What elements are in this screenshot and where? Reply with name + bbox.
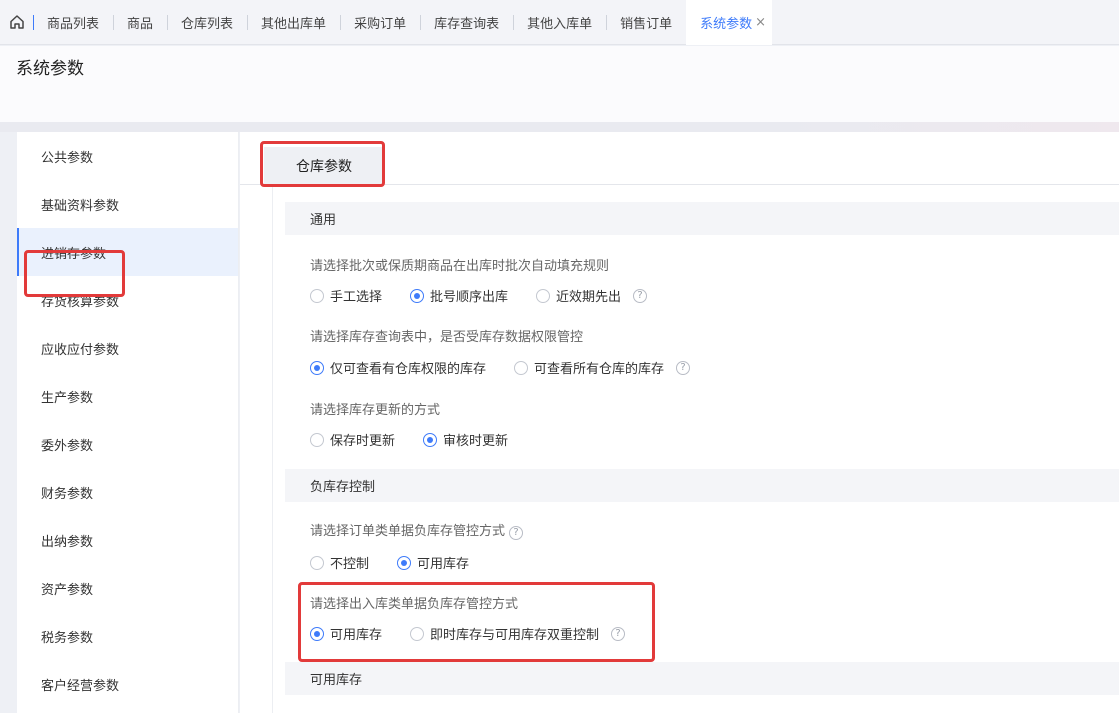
radio-batch-order[interactable]: 批号顺序出库 — [410, 286, 508, 305]
radio-dot — [310, 288, 324, 303]
radio-dot — [310, 432, 324, 447]
sidebar-item-label: 财务参数 — [41, 486, 94, 502]
radio-permitted-warehouses[interactable]: 仅可查看有仓库权限的库存 — [310, 358, 486, 377]
setting-question-order-negative: 请选择订单类单据负库存管控方式? — [310, 520, 524, 540]
tab-label: 销售订单 — [620, 16, 673, 32]
radio-label: 批号顺序出库 — [430, 290, 509, 305]
sidebar-item-label: 生产参数 — [41, 390, 94, 406]
radio-manual-select[interactable]: 手工选择 — [310, 286, 382, 305]
tab-system-params[interactable]: 系统参数 × — [686, 0, 773, 45]
setting-question: 请选择批次或保质期商品在出库时批次自动填充规则 — [310, 259, 610, 274]
help-icon[interactable]: ? — [633, 288, 648, 303]
page-header: 系统参数 — [0, 46, 1119, 122]
radio-dot — [310, 555, 324, 570]
radio-label: 审核时更新 — [443, 434, 509, 449]
tab-other-inbound[interactable]: 其他入库单 — [513, 0, 606, 45]
radio-label: 近效期先出 — [556, 290, 622, 305]
sidebar-item-cashier[interactable]: 出纳参数 — [17, 516, 238, 564]
home-icon — [9, 15, 24, 29]
radio-label: 保存时更新 — [330, 434, 396, 449]
radio-no-control[interactable]: 不控制 — [310, 553, 369, 572]
page-title: 系统参数 — [16, 59, 84, 79]
radio-group-batch-rule: 手工选择 批号顺序出库 近效期先出 ? — [310, 286, 648, 305]
sidebar-item-public[interactable]: 公共参数 — [17, 132, 238, 180]
highlight-box — [298, 582, 655, 662]
sidebar-item-label: 税务参数 — [41, 630, 94, 646]
sidebar-item-label: 基础资料参数 — [41, 198, 120, 214]
radio-update-on-save[interactable]: 保存时更新 — [310, 430, 395, 449]
tab-label: 商品 — [127, 16, 154, 32]
group-header-general: 通用 — [285, 202, 1119, 235]
setting-question-text: 请选择订单类单据负库存管控方式 — [310, 524, 506, 539]
highlight-box — [260, 141, 385, 187]
radio-dot — [397, 555, 412, 570]
tab-label: 仓库列表 — [181, 16, 234, 32]
help-icon[interactable]: ? — [676, 360, 691, 375]
tab-label: 商品列表 — [47, 16, 100, 32]
radio-available-stock[interactable]: 可用库存 — [397, 553, 469, 572]
divider — [0, 122, 1119, 132]
radio-update-on-audit[interactable]: 审核时更新 — [423, 430, 508, 449]
tab-purchase-order[interactable]: 采购订单 — [340, 0, 420, 45]
sidebar-item-label: 资产参数 — [41, 582, 94, 598]
sidebar: 公共参数 基础资料参数 进销存参数 存货核算参数 应收应付参数 生产参数 委外参… — [17, 132, 239, 713]
tab-product[interactable]: 商品 — [113, 0, 167, 45]
radio-group-inventory-update: 保存时更新 审核时更新 — [310, 430, 536, 449]
setting-question: 请选择库存更新的方式 — [310, 403, 441, 418]
help-icon[interactable]: ? — [509, 525, 524, 540]
highlight-box — [24, 250, 125, 297]
radio-label: 可用库存 — [417, 557, 470, 572]
sidebar-item-tax[interactable]: 税务参数 — [17, 612, 238, 660]
tab-other-outbound[interactable]: 其他出库单 — [247, 0, 340, 45]
radio-label: 仅可查看有仓库权限的库存 — [330, 362, 487, 377]
tab-label: 其他出库单 — [261, 16, 327, 32]
sidebar-item-finance[interactable]: 财务参数 — [17, 468, 238, 516]
radio-dot — [310, 360, 324, 375]
radio-label: 手工选择 — [330, 290, 383, 305]
radio-all-warehouses[interactable]: 可查看所有仓库的库存 — [514, 358, 664, 377]
tab-label: 系统参数 — [700, 16, 753, 32]
sidebar-item-label: 出纳参数 — [41, 534, 94, 550]
sidebar-item-outsourcing[interactable]: 委外参数 — [17, 420, 238, 468]
tab-label: 采购订单 — [354, 16, 407, 32]
tab-bar: 商品列表 商品 仓库列表 其他出库单 采购订单 库存查询表 其他入库单 销售订单… — [0, 0, 1119, 45]
radio-group-order-negative: 不控制 可用库存 — [310, 553, 497, 572]
radio-dot — [536, 288, 551, 303]
tab-product-list[interactable]: 商品列表 — [33, 0, 113, 45]
tab-inventory-query[interactable]: 库存查询表 — [420, 0, 513, 45]
sidebar-item-production[interactable]: 生产参数 — [17, 372, 238, 420]
group-header-available-stock: 可用库存 — [285, 662, 1119, 695]
sidebar-item-label: 委外参数 — [41, 438, 94, 454]
radio-near-expiry[interactable]: 近效期先出 — [536, 286, 621, 305]
tab-sales-order[interactable]: 销售订单 — [606, 0, 686, 45]
sidebar-item-customer[interactable]: 客户经营参数 — [17, 660, 238, 708]
radio-dot — [410, 288, 425, 303]
radio-group-inventory-permission: 仅可查看有仓库权限的库存 可查看所有仓库的库存 ? — [310, 358, 691, 377]
group-header-negative-stock: 负库存控制 — [285, 469, 1119, 502]
radio-dot — [514, 360, 529, 375]
close-icon[interactable]: × — [755, 15, 766, 30]
sidebar-item-basic-data[interactable]: 基础资料参数 — [17, 180, 238, 228]
setting-question: 请选择库存查询表中，是否受库存数据权限管控 — [310, 330, 584, 345]
sidebar-item-label: 应收应付参数 — [41, 342, 120, 358]
sidebar-item-label: 客户经营参数 — [41, 678, 120, 694]
sidebar-item-label: 公共参数 — [41, 150, 94, 166]
radio-dot — [423, 432, 438, 447]
tab-warehouse-list[interactable]: 仓库列表 — [167, 0, 247, 45]
tab-label: 库存查询表 — [434, 16, 500, 32]
sidebar-item-receivable-payable[interactable]: 应收应付参数 — [17, 324, 238, 372]
sidebar-item-assets[interactable]: 资产参数 — [17, 564, 238, 612]
tab-label: 其他入库单 — [527, 16, 593, 32]
radio-label: 可查看所有仓库的库存 — [534, 362, 665, 377]
radio-label: 不控制 — [330, 557, 370, 572]
home-button[interactable] — [0, 0, 33, 45]
